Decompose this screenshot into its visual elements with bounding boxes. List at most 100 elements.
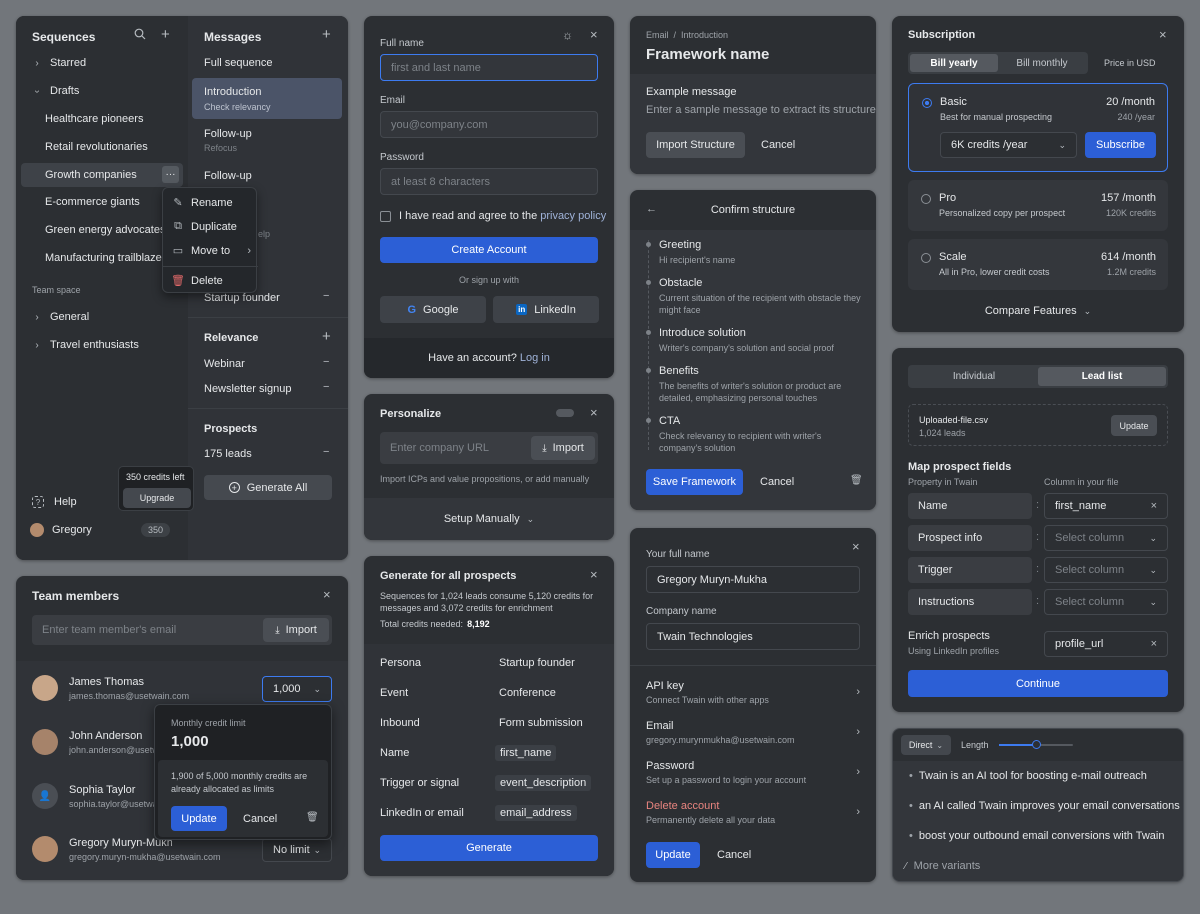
create-account-button[interactable]: Create Account bbox=[380, 237, 598, 263]
cancel-button[interactable]: Cancel bbox=[243, 813, 277, 825]
sequence-item-selected[interactable]: Growth companies ··· bbox=[21, 163, 183, 187]
sequence-item[interactable]: E-commerce giants bbox=[45, 196, 140, 208]
close-icon[interactable]: × bbox=[1151, 638, 1157, 650]
update-file-button[interactable]: Update bbox=[1111, 415, 1157, 436]
cancel-button[interactable]: Cancel bbox=[717, 849, 751, 861]
enrich-select[interactable]: profile_url × bbox=[1044, 631, 1168, 657]
plan-radio[interactable] bbox=[921, 253, 931, 263]
minus-icon[interactable]: − bbox=[323, 356, 329, 368]
startup-founder-item[interactable]: Startup founder bbox=[204, 292, 280, 304]
plan-card[interactable]: Pro Personalized copy per prospect 157 /… bbox=[908, 180, 1168, 231]
column-select[interactable]: Select column ⌄ bbox=[1044, 589, 1168, 615]
privacy-link[interactable]: privacy policy bbox=[540, 210, 606, 222]
trash-icon[interactable]: 🗑 bbox=[850, 475, 863, 486]
drafts-folder[interactable]: › Drafts bbox=[32, 85, 80, 97]
column-select[interactable]: Select column ⌄ bbox=[1044, 557, 1168, 583]
upgrade-button[interactable]: Upgrade bbox=[123, 488, 191, 508]
sun-icon[interactable]: ☼ bbox=[562, 28, 573, 42]
breadcrumb-item[interactable]: Email bbox=[646, 30, 669, 40]
mode-select[interactable]: Direct ⌄ bbox=[901, 735, 951, 755]
list-item[interactable]: • boost your outbound email conversions … bbox=[909, 830, 1164, 842]
structure-item[interactable]: Introduce solution Writer's company's so… bbox=[659, 327, 864, 354]
bill-monthly-tab[interactable]: Bill monthly bbox=[998, 54, 1086, 72]
tab-lead-list[interactable]: Lead list bbox=[1038, 367, 1166, 386]
add-icon[interactable]: + bbox=[322, 328, 331, 345]
minus-icon[interactable]: − bbox=[323, 290, 329, 302]
close-icon[interactable]: × bbox=[852, 539, 860, 554]
import-structure-button[interactable]: Import Structure bbox=[646, 132, 745, 158]
sequence-item[interactable]: Healthcare pioneers bbox=[45, 113, 143, 125]
credit-limit-select[interactable]: No limit ⌄ bbox=[262, 838, 332, 862]
sequence-item[interactable]: Retail revolutionaries bbox=[45, 141, 148, 153]
sequence-item[interactable]: Manufacturing trailblazers bbox=[45, 252, 171, 264]
structure-item[interactable]: Benefits The benefits of writer's soluti… bbox=[659, 365, 864, 404]
login-link[interactable]: Log in bbox=[520, 352, 550, 364]
length-slider[interactable] bbox=[999, 740, 1073, 749]
message-item[interactable]: Follow-up Refocus bbox=[204, 128, 252, 153]
list-item[interactable]: • an AI called Twain improves your email… bbox=[909, 800, 1180, 812]
slider-handle[interactable] bbox=[1031, 740, 1041, 749]
general-folder[interactable]: › General bbox=[32, 311, 89, 323]
generate-all-button[interactable]: + Generate All bbox=[204, 475, 332, 500]
more-variants-button[interactable]: ⁄ More variants bbox=[905, 860, 980, 872]
structure-item[interactable]: Obstacle Current situation of the recipi… bbox=[659, 277, 864, 316]
bill-yearly-tab[interactable]: Bill yearly bbox=[910, 54, 998, 72]
more-options-icon[interactable]: ··· bbox=[162, 166, 179, 183]
team-import-button[interactable]: ⤓ Import bbox=[263, 618, 329, 642]
menu-item-delete[interactable]: 🗑 Delete bbox=[171, 274, 223, 288]
webinar-item[interactable]: Webinar bbox=[204, 358, 245, 370]
close-icon[interactable]: × bbox=[1151, 500, 1157, 512]
settings-row-api[interactable]: API key Connect Twain with other apps › bbox=[646, 680, 860, 705]
minus-icon[interactable]: − bbox=[323, 446, 329, 458]
setup-manually-button[interactable]: Setup Manually ⌄ bbox=[364, 498, 614, 540]
settings-row-email[interactable]: Email gregory.murynmukha@usetwain.com › bbox=[646, 720, 860, 745]
menu-item-rename[interactable]: ✎ Rename bbox=[173, 196, 232, 210]
close-icon[interactable]: × bbox=[1159, 27, 1167, 42]
column-select[interactable]: Select column ⌄ bbox=[1044, 525, 1168, 551]
example-placeholder[interactable]: Enter a sample message to extract its st… bbox=[646, 104, 876, 116]
structure-item[interactable]: CTA Check relevancy to recipient with wr… bbox=[659, 415, 864, 454]
add-sequence-icon[interactable]: + bbox=[161, 26, 170, 43]
plan-radio[interactable] bbox=[921, 194, 931, 204]
minus-icon[interactable]: − bbox=[323, 381, 329, 393]
settings-row-password[interactable]: Password Set up a password to login your… bbox=[646, 760, 860, 785]
credits-select[interactable]: 6K credits /year ⌄ bbox=[940, 132, 1077, 158]
plan-card-selected[interactable]: Basic Best for manual prospecting 20 /mo… bbox=[908, 83, 1168, 172]
plan-card[interactable]: Scale All in Pro, lower credit costs 614… bbox=[908, 239, 1168, 290]
search-icon[interactable] bbox=[134, 28, 146, 40]
linkedin-button[interactable]: in LinkedIn bbox=[493, 296, 599, 323]
update-button[interactable]: Update bbox=[171, 806, 227, 831]
settings-row-delete[interactable]: Delete account Permanently delete all yo… bbox=[646, 800, 860, 825]
trash-icon[interactable]: 🗑 bbox=[306, 812, 319, 823]
message-item-selected[interactable]: Introduction Check relevancy bbox=[192, 78, 342, 119]
full-name-field[interactable]: Gregory Muryn-Mukha bbox=[646, 566, 860, 593]
close-icon[interactable]: × bbox=[590, 567, 598, 582]
plan-radio[interactable] bbox=[922, 98, 932, 108]
password-field[interactable]: at least 8 characters bbox=[380, 168, 598, 195]
google-button[interactable]: G Google bbox=[380, 296, 486, 323]
update-button[interactable]: Update bbox=[646, 842, 700, 868]
cancel-button[interactable]: Cancel bbox=[760, 476, 794, 488]
company-field[interactable]: Twain Technologies bbox=[646, 623, 860, 650]
full-name-field[interactable]: first and last name bbox=[380, 54, 598, 81]
sequence-item[interactable]: Green energy advocates bbox=[45, 224, 165, 236]
menu-item-duplicate[interactable]: ⧉ Duplicate bbox=[173, 220, 237, 233]
help-link[interactable]: ? Help bbox=[32, 496, 77, 508]
message-item[interactable]: Follow-up bbox=[204, 170, 252, 182]
close-icon[interactable]: × bbox=[323, 587, 331, 602]
user-row[interactable]: Gregory 350 bbox=[30, 523, 170, 537]
full-sequence-item[interactable]: Full sequence bbox=[204, 57, 273, 69]
structure-item[interactable]: Greeting Hi recipient's name bbox=[659, 239, 864, 266]
compare-features-button[interactable]: Compare Features ⌄ bbox=[892, 305, 1184, 317]
email-field[interactable]: you@company.com bbox=[380, 111, 598, 138]
continue-button[interactable]: Continue bbox=[908, 670, 1168, 697]
column-select[interactable]: first_name × bbox=[1044, 493, 1168, 519]
newsletter-item[interactable]: Newsletter signup bbox=[204, 383, 291, 395]
add-message-icon[interactable]: + bbox=[322, 26, 331, 43]
menu-item-move[interactable]: ▭ Move to › bbox=[173, 244, 251, 258]
agree-checkbox[interactable] bbox=[380, 210, 391, 222]
credit-limit-select[interactable]: 1,000 ⌄ bbox=[262, 676, 332, 702]
breadcrumb-item[interactable]: Introduction bbox=[681, 30, 728, 40]
tab-individual[interactable]: Individual bbox=[910, 367, 1038, 386]
save-framework-button[interactable]: Save Framework bbox=[646, 469, 743, 495]
